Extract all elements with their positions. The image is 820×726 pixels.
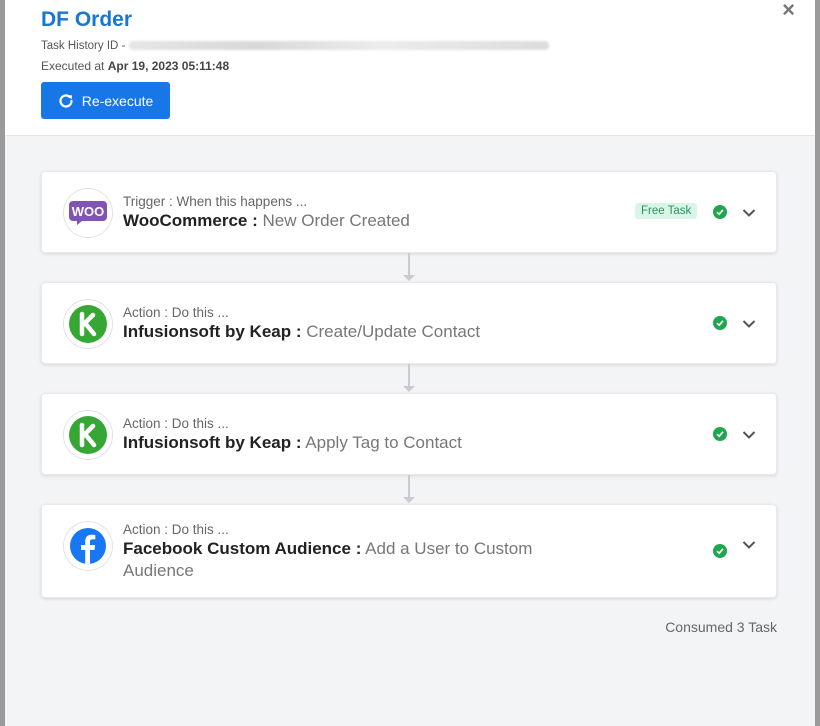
woocommerce-logo-icon: WOO (63, 188, 113, 238)
step-app-name: Infusionsoft by Keap : (123, 433, 302, 452)
step-action-name: New Order Created (262, 211, 410, 230)
task-history-id-redacted (129, 41, 550, 51)
free-task-badge: Free Task (635, 203, 698, 219)
chevron-down-icon[interactable] (742, 208, 756, 218)
step-app-name: WooCommerce : (123, 211, 258, 230)
executed-at: Executed at Apr 19, 2023 05:11:48 (41, 59, 229, 73)
chevron-down-icon[interactable] (742, 540, 756, 550)
step-card-action-1[interactable]: Action : Do this ... Infusionsoft by Kea… (41, 282, 777, 364)
task-history-modal: DF Order × Task History ID - Executed at… (5, 0, 815, 726)
step-app-name: Facebook Custom Audience : (123, 539, 362, 558)
step-title: Infusionsoft by Keap : Create/Update Con… (123, 321, 583, 343)
check-circle-icon (713, 427, 727, 441)
re-execute-button[interactable]: Re-execute (41, 82, 170, 119)
executed-label: Executed at (41, 59, 105, 73)
step-subtitle: Action : Do this ... (123, 416, 229, 431)
facebook-logo-icon (63, 521, 113, 571)
step-subtitle: Action : Do this ... (123, 305, 229, 320)
connector-arrow-icon (403, 386, 415, 392)
chevron-down-icon[interactable] (742, 319, 756, 329)
chevron-down-icon[interactable] (742, 430, 756, 440)
connector-line (408, 475, 410, 499)
check-circle-icon (713, 544, 727, 558)
connector-line (408, 253, 410, 277)
step-subtitle: Action : Do this ... (123, 522, 229, 537)
keap-logo-icon (63, 410, 113, 460)
task-history-id: Task History ID - (41, 40, 550, 52)
connector-arrow-icon (403, 275, 415, 281)
svg-text:WOO: WOO (72, 204, 105, 219)
connector-line (408, 364, 410, 388)
check-circle-icon (713, 316, 727, 330)
step-title: Facebook Custom Audience : Add a User to… (123, 538, 583, 582)
step-card-action-3[interactable]: Action : Do this ... Facebook Custom Aud… (41, 504, 777, 598)
step-app-name: Infusionsoft by Keap : (123, 322, 302, 341)
refresh-icon (59, 93, 73, 108)
step-action-name: Apply Tag to Contact (305, 433, 462, 452)
step-title: WooCommerce : New Order Created (123, 210, 583, 232)
step-card-action-2[interactable]: Action : Do this ... Infusionsoft by Kea… (41, 393, 777, 475)
re-execute-label: Re-execute (81, 92, 154, 109)
step-action-name: Create/Update Contact (306, 322, 481, 341)
consumed-task-count: Consumed 3 Task (665, 619, 777, 635)
task-history-label: Task History ID - (41, 40, 126, 52)
check-circle-icon (713, 205, 727, 219)
close-icon[interactable]: × (782, 0, 795, 21)
executed-timestamp: Apr 19, 2023 05:11:48 (107, 59, 230, 73)
backdrop-right (815, 0, 820, 726)
modal-header: DF Order × Task History ID - Executed at… (5, 0, 815, 136)
step-subtitle: Trigger : When this happens ... (123, 194, 308, 209)
connector-arrow-icon (403, 497, 415, 503)
keap-logo-icon (63, 299, 113, 349)
step-title: Infusionsoft by Keap : Apply Tag to Cont… (123, 432, 583, 454)
page-title: DF Order (41, 8, 133, 31)
step-card-trigger[interactable]: WOO Trigger : When this happens ... WooC… (41, 171, 777, 253)
